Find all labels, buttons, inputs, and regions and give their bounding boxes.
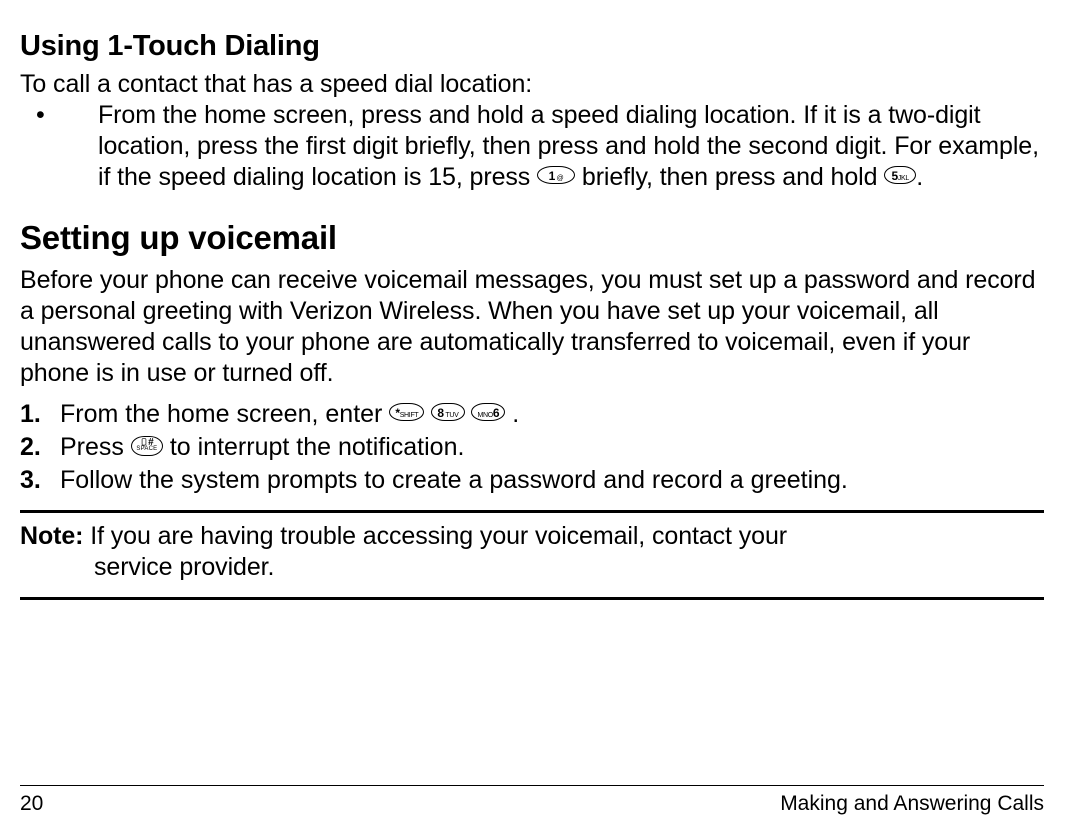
bullet-text-2: briefly, then press and hold	[582, 163, 884, 191]
step-1-before: From the home screen, enter	[60, 400, 389, 428]
step-2-body: Press # SPACE to interrupt the notificat…	[60, 432, 1044, 463]
one-touch-intro: To call a contact that has a speed dial …	[20, 69, 1044, 100]
note-block: Note: If you are having trouble accessin…	[20, 521, 1044, 583]
step-2-number: 2.	[20, 432, 60, 463]
step-3: 3. Follow the system prompts to create a…	[20, 465, 1044, 496]
page-footer: 20 Making and Answering Calls	[20, 785, 1044, 816]
key-space-icon: # SPACE	[131, 436, 163, 456]
heading-voicemail: Setting up voicemail	[20, 219, 1044, 257]
step-2-after: to interrupt the notification.	[170, 433, 465, 461]
one-touch-bullet-text: From the home screen, press and hold a s…	[98, 100, 1044, 193]
note-rest-1: If you are having trouble accessing your…	[83, 522, 787, 550]
step-1-number: 1.	[20, 399, 60, 430]
step-2-before: Press	[60, 433, 131, 461]
chapter-title: Making and Answering Calls	[780, 792, 1044, 816]
step-3-number: 3.	[20, 465, 60, 496]
step-2: 2. Press # SPACE to interrupt the notifi…	[20, 432, 1044, 463]
bullet-text-3: .	[916, 163, 923, 191]
heading-one-touch: Using 1-Touch Dialing	[20, 30, 1044, 63]
voicemail-steps: 1. From the home screen, enter *SHIFT 8 …	[20, 399, 1044, 496]
manual-page: Using 1-Touch Dialing To call a contact …	[0, 0, 1080, 834]
key-6-icon: MNO6	[471, 403, 505, 421]
note-rule-bottom	[20, 597, 1044, 600]
note-label: Note:	[20, 522, 83, 550]
footer-rule	[20, 785, 1044, 786]
step-3-body: Follow the system prompts to create a pa…	[60, 465, 1044, 496]
key-star-icon: *SHIFT	[389, 403, 424, 421]
note-line-1: Note: If you are having trouble accessin…	[20, 521, 1044, 552]
voicemail-para: Before your phone can receive voicemail …	[20, 265, 1044, 389]
step-1-after: .	[512, 400, 519, 428]
bullet-marker: •	[20, 100, 98, 131]
note-rule-top	[20, 510, 1044, 513]
key-5-icon: 5JKL	[884, 166, 916, 184]
step-1-body: From the home screen, enter *SHIFT 8 TUV…	[60, 399, 1044, 430]
key-1-icon: 1 @	[537, 166, 575, 184]
note-line-2: service provider.	[20, 552, 1044, 583]
page-number: 20	[20, 792, 43, 816]
step-1: 1. From the home screen, enter *SHIFT 8 …	[20, 399, 1044, 430]
key-8-icon: 8 TUV	[431, 403, 464, 421]
one-touch-bullets: • From the home screen, press and hold a…	[20, 100, 1044, 193]
one-touch-bullet: • From the home screen, press and hold a…	[20, 100, 1044, 193]
